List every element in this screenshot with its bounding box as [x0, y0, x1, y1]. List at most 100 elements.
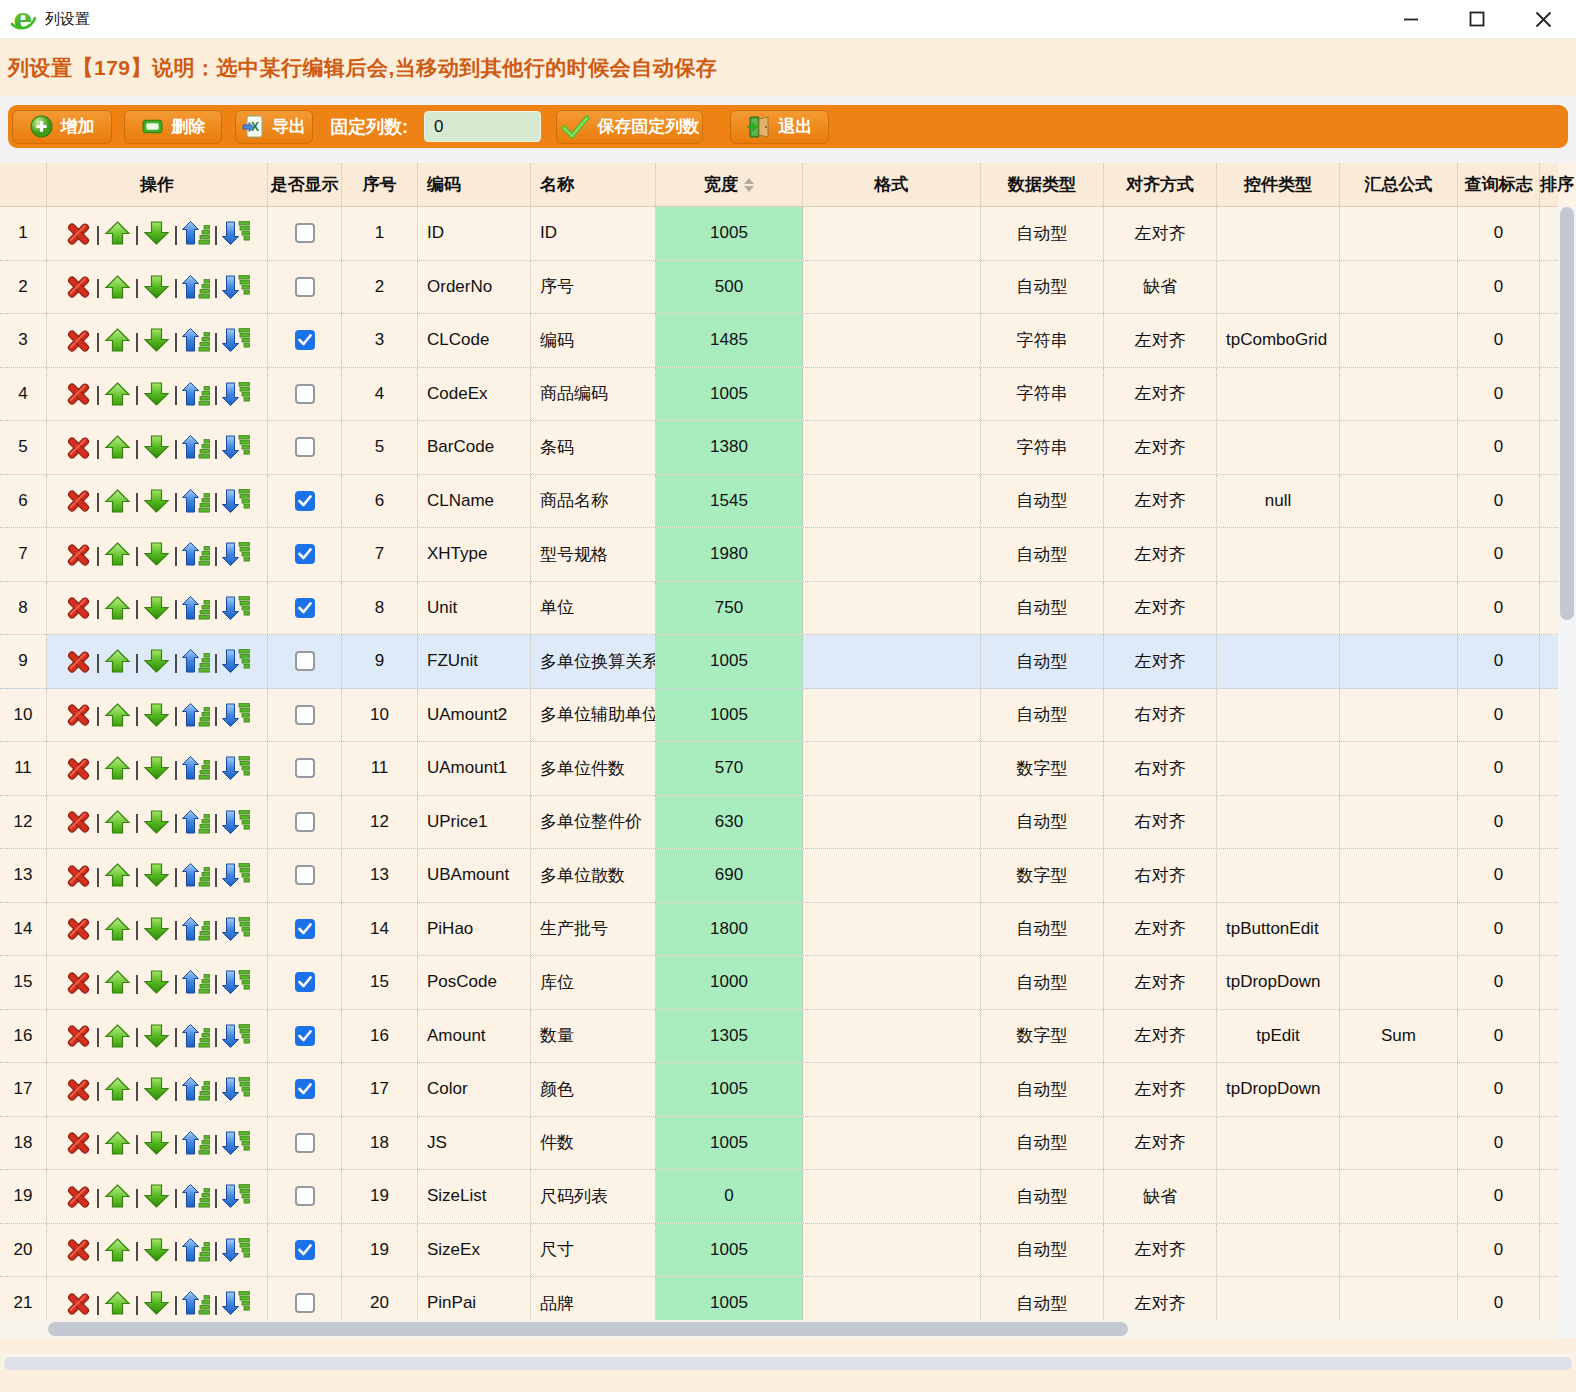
move-to-top-icon[interactable] — [182, 862, 210, 888]
visible-checkbox[interactable] — [295, 865, 315, 885]
footer-scrollbar-track[interactable] — [4, 1357, 1572, 1370]
table-row[interactable]: 11IDID1005自动型左对齐0 — [0, 207, 1558, 261]
move-up-icon[interactable] — [104, 648, 131, 674]
delete-icon[interactable] — [65, 1022, 92, 1049]
delete-icon[interactable] — [65, 1076, 92, 1103]
visible-checkbox[interactable] — [295, 277, 315, 297]
move-up-icon[interactable] — [104, 1076, 131, 1102]
move-up-icon[interactable] — [104, 1023, 131, 1049]
delete-icon[interactable] — [65, 1183, 92, 1210]
move-to-top-icon[interactable] — [182, 595, 210, 621]
minimize-button[interactable] — [1378, 0, 1444, 38]
horizontal-scrollbar-thumb[interactable] — [48, 1322, 1128, 1336]
visible-checkbox[interactable] — [295, 919, 315, 939]
move-to-top-icon[interactable] — [182, 1076, 210, 1102]
move-down-icon[interactable] — [143, 1290, 170, 1316]
delete-icon[interactable] — [65, 327, 92, 354]
move-to-top-icon[interactable] — [182, 488, 210, 514]
move-up-icon[interactable] — [104, 488, 131, 514]
move-up-icon[interactable] — [104, 702, 131, 728]
move-down-icon[interactable] — [143, 862, 170, 888]
table-row[interactable]: 1616Amount数量1305数字型左对齐tpEditSum0 — [0, 1010, 1558, 1064]
column-header-code[interactable]: 编码 — [418, 163, 531, 206]
table-row[interactable]: 2120PinPai品牌1005自动型左对齐0 — [0, 1277, 1558, 1320]
table-row[interactable]: 2019SizeEx尺寸1005自动型左对齐0 — [0, 1224, 1558, 1278]
move-to-top-icon[interactable] — [182, 702, 210, 728]
move-down-icon[interactable] — [143, 220, 170, 246]
visible-checkbox[interactable] — [295, 758, 315, 778]
move-up-icon[interactable] — [104, 434, 131, 460]
visible-checkbox[interactable] — [295, 598, 315, 618]
add-button[interactable]: 增加 — [12, 110, 112, 144]
move-up-icon[interactable] — [104, 1290, 131, 1316]
move-up-icon[interactable] — [104, 381, 131, 407]
move-up-icon[interactable] — [104, 755, 131, 781]
move-down-icon[interactable] — [143, 648, 170, 674]
move-to-top-icon[interactable] — [182, 755, 210, 781]
visible-checkbox[interactable] — [295, 705, 315, 725]
visible-checkbox[interactable] — [295, 1186, 315, 1206]
move-to-bottom-icon[interactable] — [222, 1290, 250, 1316]
move-to-bottom-icon[interactable] — [222, 327, 250, 353]
export-button[interactable]: X 导出 — [235, 110, 313, 144]
move-to-bottom-icon[interactable] — [222, 220, 250, 246]
move-down-icon[interactable] — [143, 1076, 170, 1102]
visible-checkbox[interactable] — [295, 491, 315, 511]
move-to-bottom-icon[interactable] — [222, 381, 250, 407]
move-up-icon[interactable] — [104, 862, 131, 888]
delete-icon[interactable] — [65, 273, 92, 300]
move-up-icon[interactable] — [104, 1130, 131, 1156]
table-row[interactable]: 77XHType型号规格1980自动型左对齐0 — [0, 528, 1558, 582]
visible-checkbox[interactable] — [295, 1293, 315, 1313]
move-up-icon[interactable] — [104, 809, 131, 835]
move-to-bottom-icon[interactable] — [222, 916, 250, 942]
delete-icon[interactable] — [65, 434, 92, 461]
fixed-columns-input[interactable] — [424, 111, 541, 142]
move-down-icon[interactable] — [143, 381, 170, 407]
visible-checkbox[interactable] — [295, 972, 315, 992]
move-to-bottom-icon[interactable] — [222, 434, 250, 460]
column-header-dtype[interactable]: 数据类型 — [981, 163, 1104, 206]
table-row[interactable]: 1515PosCode库位1000自动型左对齐tpDropDown0 — [0, 956, 1558, 1010]
move-to-top-icon[interactable] — [182, 1290, 210, 1316]
visible-checkbox[interactable] — [295, 651, 315, 671]
table-row[interactable]: 1010UAmount2多单位辅助单位1005自动型右对齐0 — [0, 689, 1558, 743]
move-up-icon[interactable] — [104, 274, 131, 300]
table-row[interactable]: 33CLCode编码1485字符串左对齐tpComboGrid0 — [0, 314, 1558, 368]
save-fixed-columns-button[interactable]: 保存固定列数 — [556, 110, 703, 144]
delete-icon[interactable] — [65, 701, 92, 728]
visible-checkbox[interactable] — [295, 384, 315, 404]
delete-icon[interactable] — [65, 220, 92, 247]
column-header-align[interactable]: 对齐方式 — [1104, 163, 1217, 206]
move-down-icon[interactable] — [143, 1237, 170, 1263]
move-to-bottom-icon[interactable] — [222, 541, 250, 567]
move-down-icon[interactable] — [143, 1130, 170, 1156]
column-header-op[interactable]: 操作 — [47, 163, 268, 206]
visible-checkbox[interactable] — [295, 1079, 315, 1099]
move-down-icon[interactable] — [143, 1183, 170, 1209]
move-to-top-icon[interactable] — [182, 916, 210, 942]
table-row[interactable]: 1919SizeList尺码列表0自动型缺省0 — [0, 1170, 1558, 1224]
delete-icon[interactable] — [65, 487, 92, 514]
column-header-rownum[interactable] — [0, 163, 47, 206]
delete-icon[interactable] — [65, 1290, 92, 1317]
move-down-icon[interactable] — [143, 488, 170, 514]
table-row[interactable]: 44CodeEx商品编码1005字符串左对齐0 — [0, 368, 1558, 422]
move-to-top-icon[interactable] — [182, 1237, 210, 1263]
move-to-top-icon[interactable] — [182, 1183, 210, 1209]
delete-icon[interactable] — [65, 648, 92, 675]
table-row[interactable]: 1414PiHao生产批号1800自动型左对齐tpButtonEdit0 — [0, 903, 1558, 957]
move-down-icon[interactable] — [143, 809, 170, 835]
delete-icon[interactable] — [65, 594, 92, 621]
table-row[interactable]: 66CLName商品名称1545自动型左对齐null0 — [0, 475, 1558, 529]
column-header-qflag[interactable]: 查询标志 — [1458, 163, 1540, 206]
delete-icon[interactable] — [65, 380, 92, 407]
move-to-bottom-icon[interactable] — [222, 648, 250, 674]
move-down-icon[interactable] — [143, 434, 170, 460]
visible-checkbox[interactable] — [295, 544, 315, 564]
move-to-bottom-icon[interactable] — [222, 1237, 250, 1263]
move-to-top-icon[interactable] — [182, 1023, 210, 1049]
visible-checkbox[interactable] — [295, 1240, 315, 1260]
move-to-bottom-icon[interactable] — [222, 862, 250, 888]
delete-icon[interactable] — [65, 969, 92, 996]
